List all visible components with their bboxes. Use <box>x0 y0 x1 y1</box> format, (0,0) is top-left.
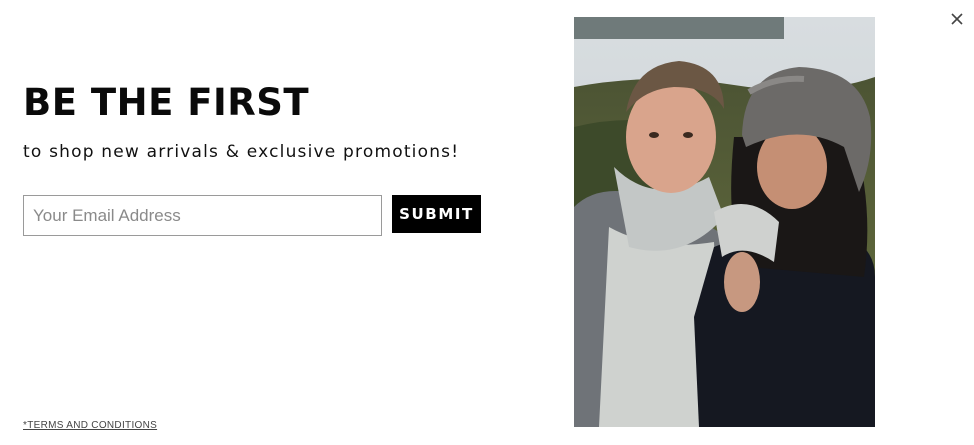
close-button[interactable] <box>947 9 967 29</box>
couple-photo-illustration <box>574 17 875 427</box>
submit-button[interactable]: SUBMIT <box>392 195 481 233</box>
close-icon <box>951 13 963 25</box>
terms-link[interactable]: *TERMS AND CONDITIONS <box>23 420 157 431</box>
promo-photo <box>574 17 875 427</box>
email-input[interactable] <box>23 195 382 236</box>
signup-popup: BE THE FIRST to shop new arrivals & excl… <box>0 0 974 445</box>
popup-subheading: to shop new arrivals & exclusive promoti… <box>23 142 460 162</box>
popup-headline: BE THE FIRST <box>23 81 310 124</box>
